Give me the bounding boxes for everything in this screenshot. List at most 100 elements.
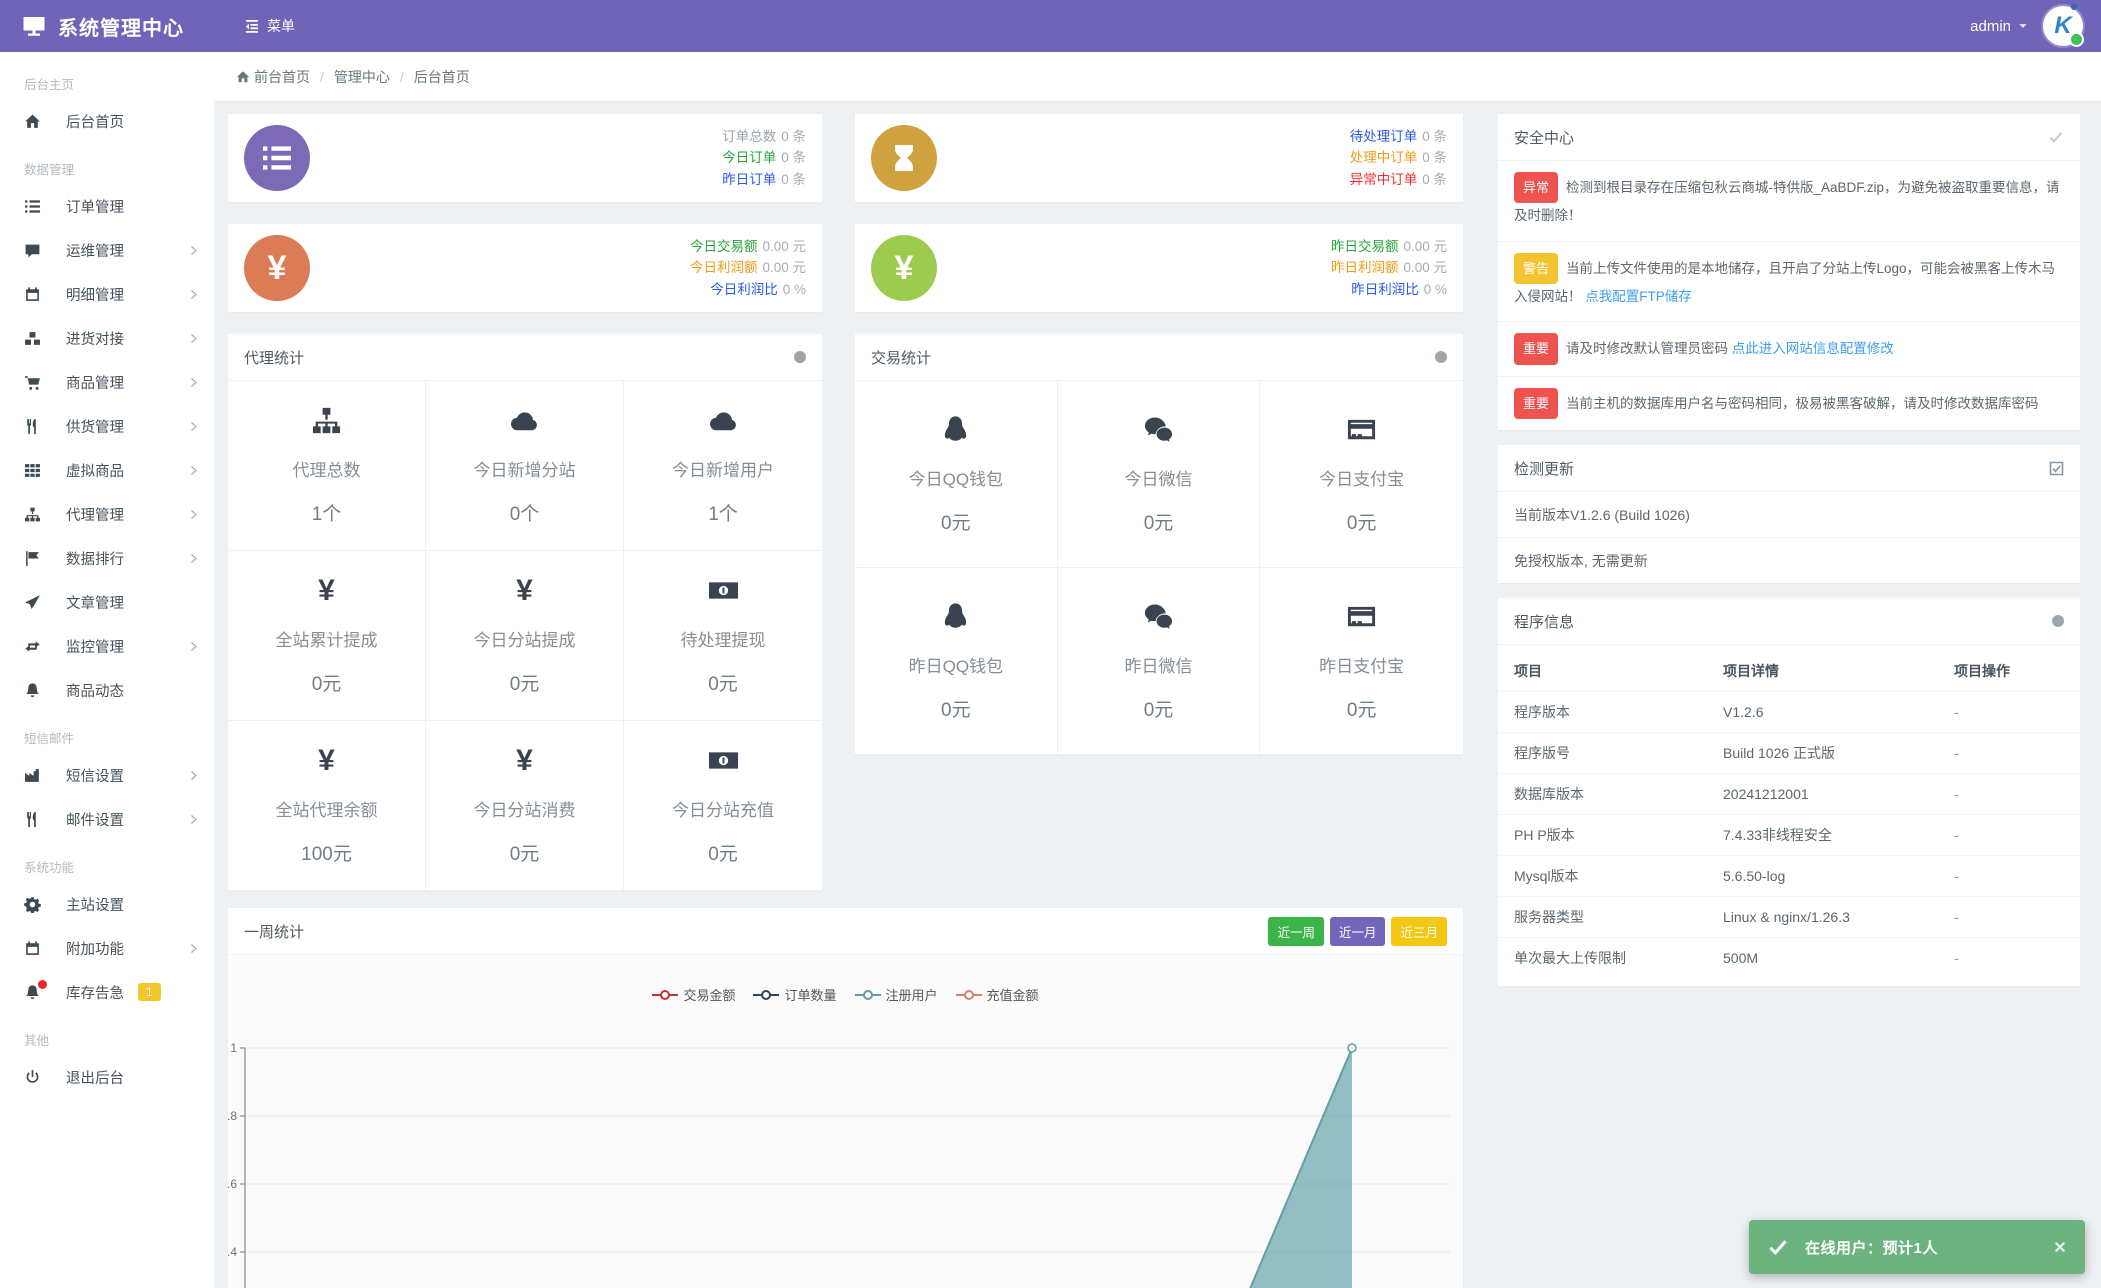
sidebar-item-product-news[interactable]: 商品动态 [0,668,214,712]
panel-title: 安全中心 [1514,129,1575,147]
cubes-icon [24,330,41,347]
online-status-dot [2069,32,2084,47]
sidebar-item-products[interactable]: 商品管理 [0,360,214,404]
stat-label: 今日交易额 [689,238,758,254]
panel-dot-icon[interactable] [794,351,806,363]
sitemap-icon [24,506,41,523]
trade-stat-cell: 昨日支付宝 0元 [1260,568,1463,755]
trade-stat-cell: 今日QQ钱包 0元 [855,381,1058,568]
sidebar-item-ranking[interactable]: 数据排行 [0,536,214,580]
agent-stats-panel: 代理统计 代理总数 1个 今日新增分站 0个 今日新增用户 1个 ¥ 全站累计提… [228,334,822,891]
chevron-right-icon [187,942,200,955]
sidebar: 后台主页 后台首页 数据管理 订单管理 运维管理 明细管理 进货对接 商品管理 [0,52,214,1288]
sidebar-item-details[interactable]: 明细管理 [0,272,214,316]
week-chart[interactable]: 1 0.8 0.6 0.4 [220,1026,1463,1288]
panel-title: 程序信息 [1514,613,1575,631]
stat-label: 昨日利润比 [1351,281,1419,297]
chevron-right-icon [187,464,200,477]
breadcrumb-center[interactable]: 管理中心 [334,67,390,87]
yen-icon: ¥ [244,235,310,301]
check-icon[interactable] [2048,129,2064,145]
license-row: 免授权版本, 无需更新 [1514,552,1648,569]
stat-value: 0.00 元 [1403,260,1447,276]
agent-stat-cell: 今日分站充值 0元 [624,721,822,891]
outdent-icon [244,18,260,34]
security-alert: 重要 当前主机的数据库用户名与密码相同，极易被黑客破解，请及时修改数据库密码 [1498,377,2080,430]
sidebar-item-virtual-goods[interactable]: 虚拟商品 [0,448,214,492]
stat-value: 0 条 [1422,171,1447,187]
panel-title: 检测更新 [1514,460,1575,478]
panel-dot-icon[interactable] [2052,615,2064,627]
stat-value: 0.00 元 [1403,238,1447,254]
site-config-link[interactable]: 点此进入网站信息配置修改 [1732,341,1894,356]
week-stats-panel: 一周统计 近一周 近一月 近三月 交易金额 订单数量 注册用户 充值金额 1 8… [220,908,1463,1288]
legend-item[interactable]: 订单数量 [753,985,837,1004]
stat-value: 0 条 [781,150,806,166]
breadcrumb-home[interactable]: 前台首页 [254,67,310,87]
sidebar-item-monitor[interactable]: 监控管理 [0,624,214,668]
table-row: PH P版本 7.4.33非线程安全 - [1498,815,2080,856]
sidebar-item-sms-settings[interactable]: 短信设置 [0,753,214,797]
agent-stat-cell: ¥ 全站累计提成 0元 [228,551,426,721]
chevron-right-icon [187,508,200,521]
sidebar-item-site-settings[interactable]: 主站设置 [0,882,214,926]
svg-text:0.8: 0.8 [228,1109,237,1123]
username: admin [1970,17,2011,35]
range-month-button[interactable]: 近一月 [1329,916,1386,946]
program-info-table: 项目 项目详情 项目操作 程序版本 V1.2.6- 程序版号 Build 1026 … [1498,645,2080,986]
avatar[interactable]: K [2043,4,2084,47]
legend-item[interactable]: 交易金额 [652,985,735,1004]
agent-stat-cell: ¥ 今日分站提成 0元 [426,551,624,721]
wechat-icon [1143,414,1174,445]
stat-value: 0 % [782,281,806,297]
stock-alert-badge: 1 [138,983,161,1001]
list-icon [24,198,41,215]
sidebar-item-purchase[interactable]: 进货对接 [0,316,214,360]
admin-dropdown[interactable]: admin [1970,18,2029,35]
chevron-right-icon [187,640,200,653]
sidebar-item-orders[interactable]: 订单管理 [0,184,214,228]
alert-badge: 重要 [1514,387,1559,419]
checkbox-icon[interactable] [2049,461,2064,476]
breadcrumb-separator: / [399,68,404,85]
sidebar-item-agents[interactable]: 代理管理 [0,492,214,536]
agent-stat-cell: 待处理提现 0元 [624,551,822,721]
sidebar-item-ops[interactable]: 运维管理 [0,228,214,272]
orders-summary-card: 订单总数 0 条 今日订单 0 条 昨日订单 0 条 [228,114,822,202]
table-header-row: 项目 项目详情 项目操作 [1498,651,2080,692]
range-week-button[interactable]: 近一周 [1268,916,1324,946]
yen-icon: ¥ [516,573,533,607]
sidebar-item-articles[interactable]: 文章管理 [0,580,214,624]
agent-stat-cell: 今日新增分站 0个 [426,381,624,551]
close-icon[interactable] [2053,1238,2067,1256]
brand[interactable]: 系统管理中心 [0,0,214,52]
panel-title: 交易统计 [871,349,932,367]
stat-label: 今日利润比 [710,281,778,297]
calendar-icon [24,940,41,957]
stat-value: 0 % [1423,281,1447,297]
range-quarter-button[interactable]: 近三月 [1391,916,1447,946]
legend-item[interactable]: 注册用户 [854,985,938,1004]
panel-title: 代理统计 [244,349,305,367]
yen-icon: ¥ [871,235,937,301]
sidebar-item-logout[interactable]: 退出后台 [0,1055,214,1099]
chevron-right-icon [187,813,200,826]
panel-dot-icon[interactable] [1435,351,1447,363]
svg-text:0.4: 0.4 [228,1245,237,1259]
chevron-right-icon [187,769,200,782]
ftp-config-link[interactable]: 点我配置FTP储存 [1585,289,1692,304]
stat-label: 昨日交易额 [1330,238,1399,254]
sidebar-item-stock-alert[interactable]: 库存告急 1 [0,970,214,1014]
agent-stat-cell: ¥ 今日分站消费 0元 [426,721,624,891]
sidebar-item-addons[interactable]: 附加功能 [0,926,214,970]
alert-badge: 异常 [1514,172,1559,204]
menu-toggle-button[interactable]: 菜单 [244,16,295,36]
sidebar-item-supply[interactable]: 供货管理 [0,404,214,448]
trade-stat-cell: 今日微信 0元 [1057,381,1261,568]
legend-item[interactable]: 充值金额 [955,985,1039,1004]
panel-title: 一周统计 [244,923,305,941]
legend-marker-icon [854,989,881,1000]
sidebar-item-mail-settings[interactable]: 邮件设置 [0,797,214,841]
sidebar-item-dashboard[interactable]: 后台首页 [0,99,214,143]
sidebar-section-system: 系统功能 [24,861,75,875]
